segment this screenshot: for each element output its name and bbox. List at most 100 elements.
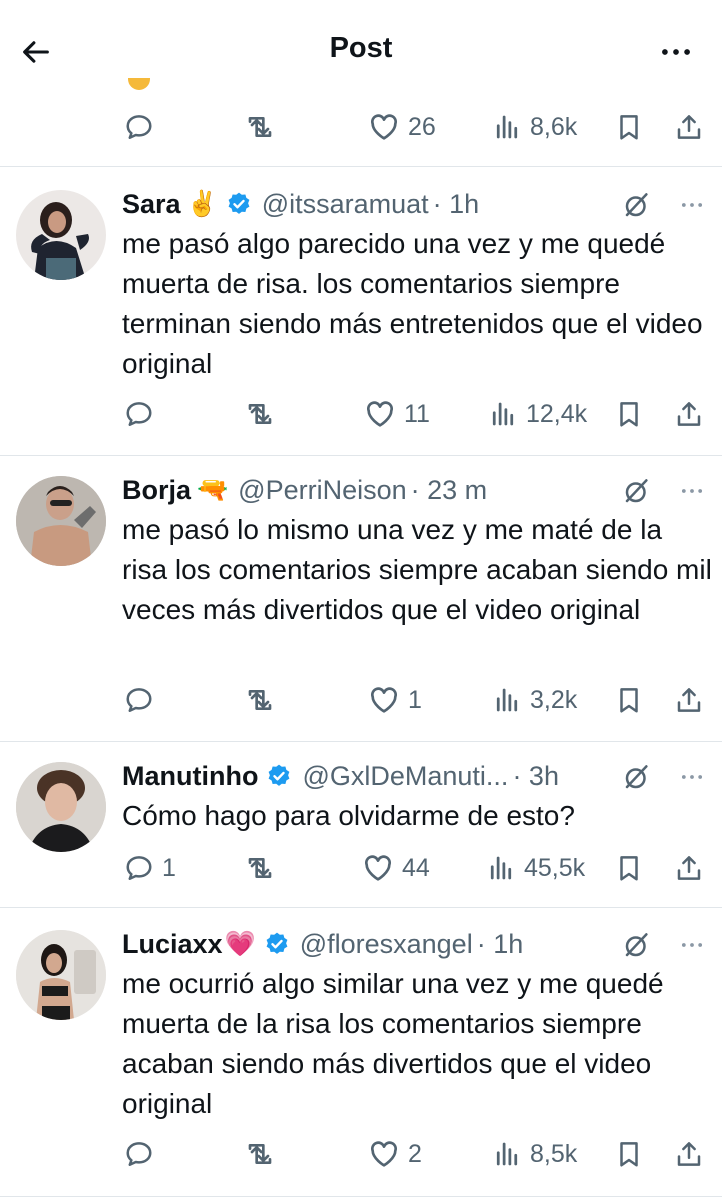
- like-button[interactable]: 2: [368, 1132, 422, 1176]
- user-handle[interactable]: @floresxangel: [300, 929, 473, 960]
- share-button[interactable]: [674, 105, 704, 149]
- heart-icon: [368, 684, 400, 716]
- avatar-image: [16, 476, 106, 566]
- user-handle[interactable]: @itssaramuat: [262, 189, 429, 220]
- repost-button[interactable]: [244, 678, 276, 722]
- like-count: 2: [408, 1139, 422, 1168]
- share-button[interactable]: [674, 846, 704, 890]
- view-count: 45,5k: [524, 853, 586, 882]
- grok-icon[interactable]: [622, 476, 652, 506]
- post-header: Borja 🔫 @PerriNeison · 23 m: [122, 472, 487, 508]
- top-bar: Post: [0, 0, 722, 96]
- bookmark-button[interactable]: [614, 846, 644, 890]
- more-icon[interactable]: [678, 763, 706, 791]
- reply-icon: [124, 112, 154, 142]
- reply-button[interactable]: 1: [124, 846, 176, 890]
- like-button[interactable]: 1: [368, 678, 422, 722]
- user-handle[interactable]: @PerriNeison: [238, 475, 406, 506]
- views-icon: [492, 1139, 522, 1169]
- bookmark-icon: [614, 853, 644, 883]
- bookmark-button[interactable]: [614, 105, 644, 149]
- avatar[interactable]: [16, 762, 106, 852]
- page-title: Post: [329, 32, 393, 64]
- reply-icon: [124, 1139, 154, 1169]
- reply-button[interactable]: [124, 678, 162, 722]
- views-button[interactable]: 3,2k: [492, 678, 577, 722]
- bookmark-icon: [614, 399, 644, 429]
- view-count: 3,2k: [530, 685, 578, 714]
- views-button[interactable]: 8,5k: [492, 1132, 577, 1176]
- repost-icon: [244, 1138, 276, 1170]
- post-text: me pasó algo parecido una vez y me quedé…: [122, 228, 703, 379]
- like-count: 26: [408, 112, 436, 141]
- share-icon: [674, 399, 704, 429]
- view-count: 12,4k: [526, 399, 588, 428]
- avatar-image: [16, 930, 106, 1020]
- share-button[interactable]: [674, 678, 704, 722]
- like-button[interactable]: 11: [364, 392, 430, 436]
- reply-button[interactable]: [124, 105, 154, 149]
- views-button[interactable]: 8,6k: [492, 105, 577, 149]
- repost-icon: [244, 852, 276, 884]
- like-button[interactable]: 44: [362, 846, 430, 890]
- avatar[interactable]: [16, 190, 106, 280]
- views-icon: [492, 685, 522, 715]
- avatar[interactable]: [16, 930, 106, 1020]
- display-name[interactable]: Sara: [122, 189, 181, 220]
- more-icon: [662, 49, 690, 55]
- share-button[interactable]: [674, 1132, 704, 1176]
- grok-icon[interactable]: [622, 930, 652, 960]
- repost-icon: [244, 398, 276, 430]
- more-icon[interactable]: [678, 191, 706, 219]
- repost-button[interactable]: [244, 1132, 276, 1176]
- share-icon: [674, 1139, 704, 1169]
- user-handle[interactable]: @GxlDeManuti...: [302, 761, 508, 792]
- post-time: · 3h: [512, 760, 559, 791]
- bookmark-icon: [614, 685, 644, 715]
- reply-button[interactable]: [124, 392, 162, 436]
- more-icon[interactable]: [678, 477, 706, 505]
- display-name[interactable]: Manutinho: [122, 761, 258, 792]
- more-options-button[interactable]: [654, 36, 698, 68]
- reply-post[interactable]: Sara ✌️ @itssaramuat · 1h me pasó algo p…: [0, 186, 722, 446]
- post-corner-actions: [622, 762, 706, 792]
- post-text: me ocurrió algo similar una vez y me que…: [122, 968, 664, 1119]
- reply-post[interactable]: Manutinho @GxlDeManuti... · 3h Cómo hago…: [0, 758, 722, 898]
- share-button[interactable]: [674, 392, 704, 436]
- reply-button[interactable]: [124, 1132, 162, 1176]
- display-name[interactable]: Luciaxx: [122, 929, 223, 960]
- post-actions: 2 8,5k: [0, 1132, 722, 1176]
- avatar-image: [16, 762, 106, 852]
- post-corner-actions: [622, 476, 706, 506]
- bookmark-button[interactable]: [614, 678, 644, 722]
- avatar[interactable]: [16, 476, 106, 566]
- grok-icon[interactable]: [622, 762, 652, 792]
- views-button[interactable]: 45,5k: [486, 846, 585, 890]
- like-button[interactable]: 26: [368, 105, 436, 149]
- share-icon: [674, 853, 704, 883]
- view-count: 8,6k: [530, 112, 578, 141]
- divider: [0, 907, 722, 908]
- post-text: Cómo hago para olvidarme de esto?: [122, 800, 575, 831]
- post-header: Luciaxx 💗 @floresxangel · 1h: [122, 926, 523, 962]
- post-time: · 23 m: [410, 474, 488, 505]
- views-button[interactable]: 12,4k: [488, 392, 587, 436]
- divider: [0, 1196, 722, 1197]
- post-time: · 1h: [432, 188, 480, 219]
- repost-button[interactable]: [244, 846, 276, 890]
- post-actions: 1 3,2k: [0, 678, 722, 722]
- heart-icon: [364, 398, 396, 430]
- bookmark-button[interactable]: [614, 1132, 644, 1176]
- name-emoji: 🔫: [197, 475, 229, 504]
- name-emoji: ✌️: [186, 189, 218, 218]
- display-name[interactable]: Borja: [122, 475, 191, 506]
- repost-button[interactable]: [244, 392, 276, 436]
- bookmark-button[interactable]: [614, 392, 644, 436]
- repost-button[interactable]: [244, 105, 276, 149]
- grok-icon[interactable]: [622, 190, 652, 220]
- reply-post[interactable]: Borja 🔫 @PerriNeison · 23 m me pasó lo m…: [0, 472, 722, 732]
- more-icon[interactable]: [678, 931, 706, 959]
- share-icon: [674, 685, 704, 715]
- verified-badge-icon: [266, 763, 292, 789]
- reply-post[interactable]: Luciaxx 💗 @floresxangel · 1h me ocurrió …: [0, 926, 722, 1186]
